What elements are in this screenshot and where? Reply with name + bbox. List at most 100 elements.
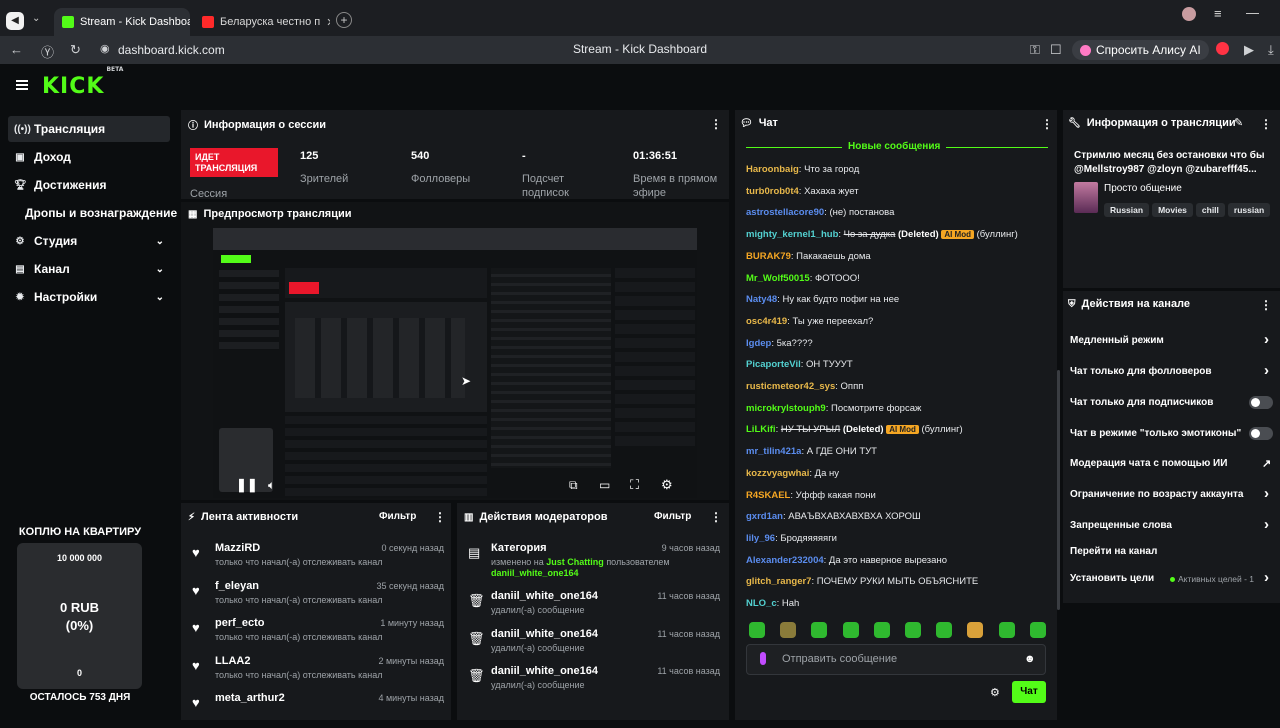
stream-preview-video[interactable]: ➤	[213, 228, 697, 498]
emote-icon[interactable]	[936, 622, 953, 638]
chat-username[interactable]: microkrylstouph9	[746, 403, 826, 414]
sidebar-item-broadcast[interactable]: ((•)) Трансляция	[8, 116, 170, 142]
microphone-icon[interactable]	[760, 652, 766, 665]
profile-icon[interactable]	[1182, 7, 1196, 21]
sidebar-item-channel[interactable]: ▤ Канал ⌄	[8, 256, 170, 282]
channel-action-row[interactable]: Чат в режиме "только эмотиконы"	[1070, 428, 1270, 439]
more-icon[interactable]: ⋮	[1041, 117, 1053, 131]
sidebar-item-settings[interactable]: ✹ Настройки ⌄	[8, 284, 170, 310]
more-icon[interactable]: ⋮	[1260, 298, 1272, 312]
more-icon[interactable]: ⋮	[434, 510, 446, 524]
chat-username[interactable]: mr_tilin421a	[746, 446, 801, 457]
tag[interactable]: Movies	[1152, 203, 1193, 217]
tag[interactable]: russian	[1227, 203, 1271, 217]
hamburger-menu-icon[interactable]	[16, 80, 28, 90]
emote-icon[interactable]	[811, 622, 828, 638]
activity-filter-button[interactable]: Фильтр	[379, 511, 416, 522]
sidebar-item-revenue[interactable]: ▣ Доход	[8, 144, 170, 170]
tag[interactable]: chill	[1195, 203, 1225, 217]
chat-username[interactable]: PicaporteVil	[746, 359, 801, 370]
alice-button[interactable]: Спросить Алису AI	[1072, 40, 1209, 60]
chat-username[interactable]: rusticmeteor42_sys	[746, 381, 835, 392]
key-icon[interactable]: ⚿	[1030, 42, 1040, 58]
more-icon[interactable]: ⋮	[710, 510, 722, 524]
chat-username[interactable]: Alexander232004	[746, 555, 824, 566]
activity-user[interactable]: f_eleyan	[215, 580, 259, 592]
sidebar-item-drops[interactable]: Дропы и вознаграждение	[8, 200, 184, 226]
mod-action-title[interactable]: daniil_white_one164	[491, 665, 598, 677]
chat-username[interactable]: mighty_kernel1_hub	[746, 229, 838, 240]
emote-icon[interactable]	[1029, 622, 1046, 638]
minimize-icon[interactable]: —	[1246, 5, 1259, 20]
channel-action-row[interactable]: Установить цели Активных целей - 1 ›	[1070, 569, 1270, 586]
edit-icon[interactable]: ✎	[1234, 116, 1243, 129]
sidebar-item-studio[interactable]: ⚙ Студия ⌄	[8, 228, 170, 254]
chat-username[interactable]: Naty48	[746, 294, 777, 305]
emote-icon[interactable]	[905, 622, 921, 638]
chat-username[interactable]: R4SKAEL	[746, 490, 790, 501]
chat-username[interactable]: turb0rob0t4	[746, 186, 799, 197]
emote-icon[interactable]	[780, 622, 797, 638]
chat-username[interactable]: Mr_Wolf50015	[746, 273, 810, 284]
bookmark-icon[interactable]: ☐	[1050, 42, 1062, 58]
channel-action-row[interactable]: Чат только для фолловеров ›	[1070, 362, 1270, 379]
toggle-switch[interactable]	[1249, 427, 1273, 440]
browser-menu-icon[interactable]: ≡	[1214, 6, 1222, 21]
kick-logo[interactable]: KICKBETA	[42, 66, 123, 99]
category-name[interactable]: Просто общение	[1104, 183, 1182, 194]
tab-kick-dashboard[interactable]: Stream - Kick Dashboard ✕	[54, 8, 190, 36]
settings-gear-icon[interactable]: ⚙	[661, 477, 673, 493]
emoji-icon[interactable]: ☻	[1024, 653, 1036, 665]
mod-action-user[interactable]: daniil_white_one164	[491, 568, 579, 578]
mod-filter-button[interactable]: Фильтр	[654, 511, 691, 522]
chat-username[interactable]: osc4r419	[746, 316, 787, 327]
toggle-switch[interactable]	[1249, 396, 1273, 409]
pause-icon[interactable]: ❚❚	[236, 477, 258, 493]
chat-username[interactable]: glitch_ranger7	[746, 576, 811, 587]
channel-action-row[interactable]: Ограничение по возрасту аккаунта ›	[1070, 485, 1270, 502]
pip-icon[interactable]: ⧉	[569, 478, 578, 493]
chat-username[interactable]: lily_96	[746, 533, 775, 544]
emote-icon[interactable]	[873, 622, 890, 638]
emote-icon[interactable]	[842, 622, 859, 638]
sidebar-item-achievements[interactable]: 🏆︎ Достижения	[8, 172, 170, 198]
mod-action-title[interactable]: daniil_white_one164	[491, 590, 598, 602]
volume-icon[interactable]: 🔈︎	[268, 478, 275, 493]
channel-action-row[interactable]: Запрещенные слова ›	[1070, 516, 1270, 533]
new-tab-icon[interactable]: +	[336, 12, 352, 28]
channel-action-row[interactable]: Модерация чата с помощью ИИ ↗	[1070, 458, 1271, 470]
chat-username[interactable]: gxrd1an	[746, 511, 783, 522]
activity-user[interactable]: LLAA2	[215, 655, 250, 667]
activity-user[interactable]: MazziRD	[215, 542, 260, 554]
emote-icon[interactable]	[998, 622, 1015, 638]
chat-username[interactable]: astrostellacore90	[746, 207, 824, 218]
downloads-icon[interactable]: ⤓	[1268, 42, 1274, 58]
mod-action-title[interactable]: daniil_white_one164	[491, 628, 598, 640]
more-icon[interactable]: ⋮	[710, 117, 722, 131]
channel-action-row[interactable]: Чат только для подписчиков	[1070, 397, 1270, 408]
more-icon[interactable]: ⋮	[1260, 117, 1272, 131]
tabs-dropdown-icon[interactable]: ⌄	[32, 13, 40, 24]
chat-scrollbar[interactable]	[1057, 370, 1060, 610]
chat-username[interactable]: NLO_c	[746, 598, 777, 609]
adblock-icon[interactable]	[1216, 42, 1229, 55]
activity-user[interactable]: perf_ecto	[215, 617, 265, 629]
emote-icon[interactable]	[967, 622, 984, 638]
chat-username[interactable]: kozzvyagwhai	[746, 468, 809, 479]
emote-icon[interactable]	[749, 622, 765, 638]
chat-settings-icon[interactable]: ⚙	[990, 686, 1000, 699]
media-icon[interactable]: ▶	[1244, 42, 1254, 58]
fullscreen-icon[interactable]: ⛶	[630, 477, 639, 493]
activity-user[interactable]: meta_arthur2	[215, 692, 285, 704]
close-icon[interactable]: ✕	[326, 16, 330, 29]
chat-username[interactable]: Igdep	[746, 338, 771, 349]
chat-username[interactable]: LiLKifi	[746, 424, 776, 435]
chat-username[interactable]: BURAK79	[746, 251, 791, 262]
channel-action-row[interactable]: Перейти на канал	[1070, 546, 1270, 557]
tab-youtube[interactable]: Беларуска честно п ✕	[194, 8, 330, 36]
channel-action-row[interactable]: Медленный режим ›	[1070, 331, 1270, 348]
browser-menu-icon[interactable]: ◀	[6, 12, 24, 30]
theater-icon[interactable]: ▭	[599, 478, 610, 492]
chat-send-button[interactable]: Чат	[1012, 681, 1046, 703]
tag[interactable]: Russian	[1104, 203, 1150, 217]
